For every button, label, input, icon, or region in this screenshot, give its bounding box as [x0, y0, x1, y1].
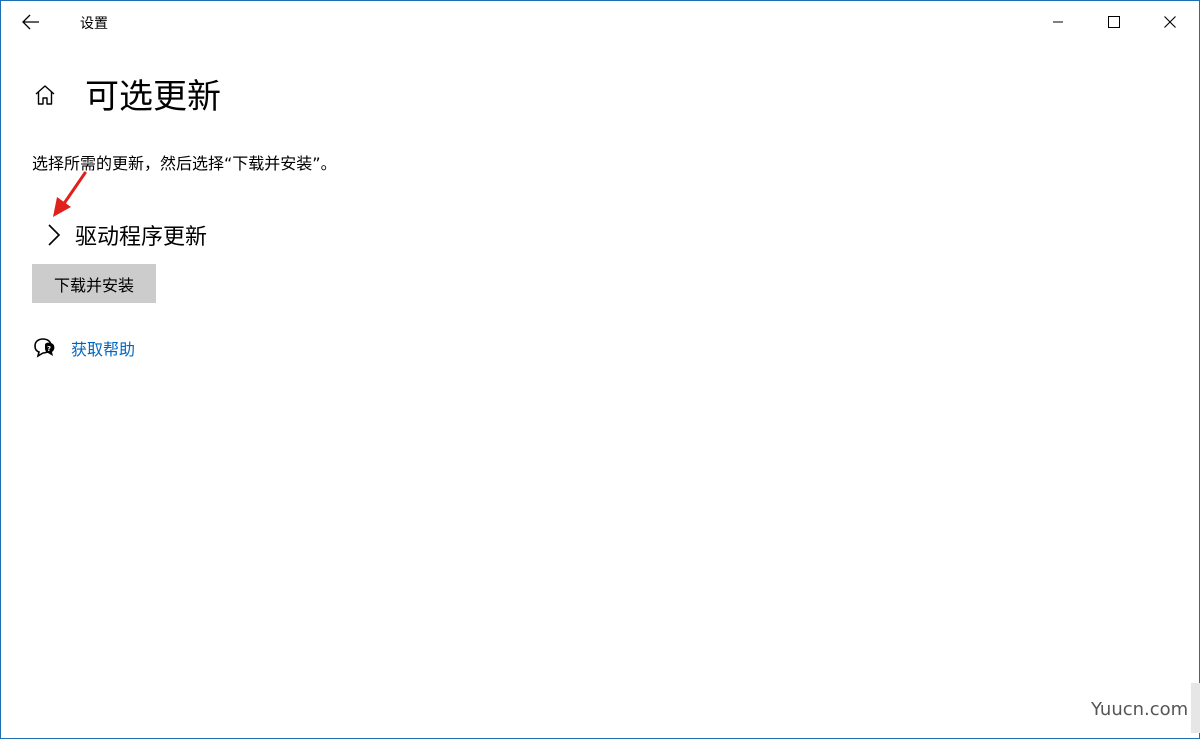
maximize-button[interactable] — [1086, 1, 1142, 43]
home-icon — [35, 85, 55, 105]
title-bar: 设置 — [1, 1, 1199, 43]
close-button[interactable] — [1142, 1, 1198, 43]
chevron-right-icon — [39, 220, 69, 250]
get-help-link[interactable]: 获取帮助 — [71, 336, 135, 360]
page-title: 可选更新 — [85, 77, 221, 117]
minimize-icon — [1053, 21, 1063, 23]
watermark: Yuucn.com — [1091, 699, 1189, 720]
back-arrow-icon — [22, 14, 39, 30]
app-title: 设置 — [80, 16, 108, 32]
driver-updates-expander[interactable]: 驱动程序更新 — [39, 217, 207, 253]
section-label: 驱动程序更新 — [75, 225, 208, 250]
back-button[interactable] — [9, 5, 53, 39]
settings-window: 设置 可选更新 选择所需的更新，然后选择“下载并安装”。 驱动程序更新 下载并安… — [0, 0, 1200, 739]
svg-text:?: ? — [47, 345, 51, 353]
home-button[interactable] — [29, 79, 61, 111]
minimize-button[interactable] — [1030, 1, 1086, 43]
close-icon — [1164, 16, 1176, 28]
help-chat-icon: ? — [31, 335, 57, 361]
annotation-arrow-icon — [53, 171, 87, 217]
scrollbar[interactable] — [1191, 683, 1200, 733]
download-install-button[interactable]: 下载并安装 — [32, 264, 156, 303]
get-help-row[interactable]: ? 获取帮助 — [31, 334, 135, 362]
maximize-icon — [1108, 16, 1120, 28]
